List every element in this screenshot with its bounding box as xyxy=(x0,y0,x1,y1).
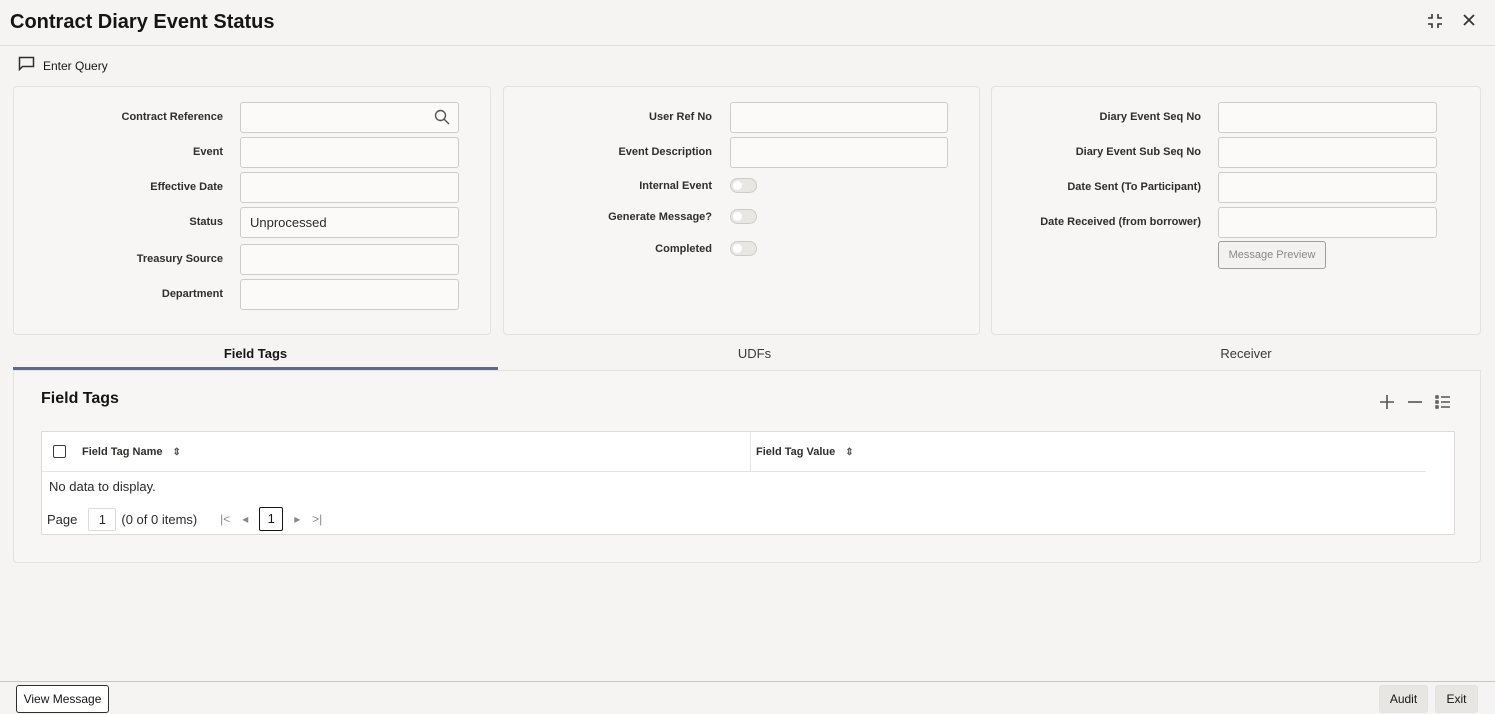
view-message-button[interactable]: View Message xyxy=(16,685,109,713)
grid-actions xyxy=(1378,393,1452,411)
field-tags-title: Field Tags xyxy=(41,390,119,407)
status-input[interactable]: Unprocessed xyxy=(240,207,459,238)
add-icon[interactable] xyxy=(1378,393,1396,411)
department-input[interactable] xyxy=(240,279,459,310)
date-sent-input[interactable] xyxy=(1218,172,1437,203)
status-label: Status xyxy=(189,216,223,228)
diary-event-seq-no-label: Diary Event Seq No xyxy=(1099,111,1201,123)
list-icon[interactable] xyxy=(1434,393,1452,411)
contract-reference-label: Contract Reference xyxy=(121,111,223,123)
event-input[interactable] xyxy=(240,137,459,168)
table-header: Field Tag Name ⇕ Field Tag Value ⇕ xyxy=(42,432,1426,472)
event-panel: User Ref No Event Description Internal E… xyxy=(503,86,980,335)
enter-query-label: Enter Query xyxy=(43,59,108,73)
user-ref-no-input[interactable] xyxy=(730,102,948,133)
internal-event-label: Internal Event xyxy=(639,180,712,192)
next-page-icon[interactable]: ▸ xyxy=(287,512,307,526)
user-ref-no-label: User Ref No xyxy=(649,111,712,123)
footer-bar: View Message Audit Exit xyxy=(0,681,1495,714)
date-received-input[interactable] xyxy=(1218,207,1437,238)
completed-toggle[interactable] xyxy=(730,241,757,256)
contract-panel: Contract Reference Event Effective Date … xyxy=(13,86,491,335)
page-label: Page xyxy=(47,511,78,527)
column-header-label: Field Tag Value xyxy=(756,446,836,458)
column-divider xyxy=(750,432,751,472)
field-tags-section: Field Tags Field Tag Name ⇕ Field Tag Val… xyxy=(13,370,1481,563)
remove-icon[interactable] xyxy=(1406,393,1424,411)
last-page-icon[interactable]: >| xyxy=(307,512,327,526)
close-icon[interactable] xyxy=(1459,12,1479,32)
column-header-label: Field Tag Name xyxy=(82,446,163,458)
column-header-field-tag-value[interactable]: Field Tag Value ⇕ xyxy=(756,432,854,472)
current-page-button[interactable]: 1 xyxy=(259,507,284,531)
diary-event-sub-seq-no-label: Diary Event Sub Seq No xyxy=(1075,146,1201,158)
generate-message-toggle[interactable] xyxy=(730,209,757,224)
audit-button[interactable]: Audit xyxy=(1379,685,1428,713)
treasury-source-input[interactable] xyxy=(240,244,459,275)
page-number-input[interactable]: 1 xyxy=(88,507,117,531)
tab-bar: Field Tags UDFs Receiver xyxy=(13,337,1481,370)
column-header-field-tag-name[interactable]: Field Tag Name ⇕ xyxy=(82,432,181,472)
internal-event-toggle[interactable] xyxy=(730,178,757,193)
effective-date-label: Effective Date xyxy=(150,181,223,193)
tab-receiver[interactable]: Receiver xyxy=(1011,337,1481,370)
department-label: Department xyxy=(161,288,223,300)
diary-event-seq-no-input[interactable] xyxy=(1218,102,1437,133)
items-count: (0 of 0 items) xyxy=(121,511,198,527)
first-page-icon[interactable]: |< xyxy=(215,512,235,526)
select-all-checkbox[interactable] xyxy=(53,445,66,458)
treasury-source-label: Treasury Source xyxy=(136,253,223,265)
sort-icon[interactable]: ⇕ xyxy=(845,447,853,458)
event-label: Event xyxy=(193,146,223,158)
enter-query-button[interactable]: Enter Query xyxy=(18,56,108,76)
completed-label: Completed xyxy=(655,243,712,255)
title-bar: Contract Diary Event Status xyxy=(0,0,1495,46)
window-controls xyxy=(1425,12,1479,32)
event-description-input[interactable] xyxy=(730,137,948,168)
exit-button[interactable]: Exit xyxy=(1435,685,1478,713)
tab-field-tags[interactable]: Field Tags xyxy=(13,337,498,370)
generate-message-label: Generate Message? xyxy=(608,211,712,223)
previous-page-icon[interactable]: ◂ xyxy=(235,512,255,526)
search-icon[interactable] xyxy=(434,109,450,130)
field-tags-table: Field Tag Name ⇕ Field Tag Value ⇕ No data… xyxy=(41,431,1455,535)
event-description-label: Event Description xyxy=(618,146,712,158)
date-received-label: Date Received (from borrower) xyxy=(1040,216,1201,228)
no-data-message: No data to display. xyxy=(49,479,156,494)
tab-udfs[interactable]: UDFs xyxy=(498,337,1011,370)
pagination: Page 1 (0 of 0 items) |< ◂ 1 ▸ >| xyxy=(47,507,327,531)
effective-date-input[interactable] xyxy=(240,172,459,203)
diary-event-sub-seq-no-input[interactable] xyxy=(1218,137,1437,168)
sort-icon[interactable]: ⇕ xyxy=(172,447,180,458)
chat-bubble-icon xyxy=(18,56,35,76)
contract-reference-input[interactable] xyxy=(240,102,459,133)
collapse-icon[interactable] xyxy=(1425,12,1445,32)
page-title: Contract Diary Event Status xyxy=(10,11,275,33)
message-preview-button[interactable]: Message Preview xyxy=(1218,241,1326,269)
date-sent-label: Date Sent (To Participant) xyxy=(1067,181,1201,193)
diary-panel: Diary Event Seq No Diary Event Sub Seq N… xyxy=(991,86,1481,335)
